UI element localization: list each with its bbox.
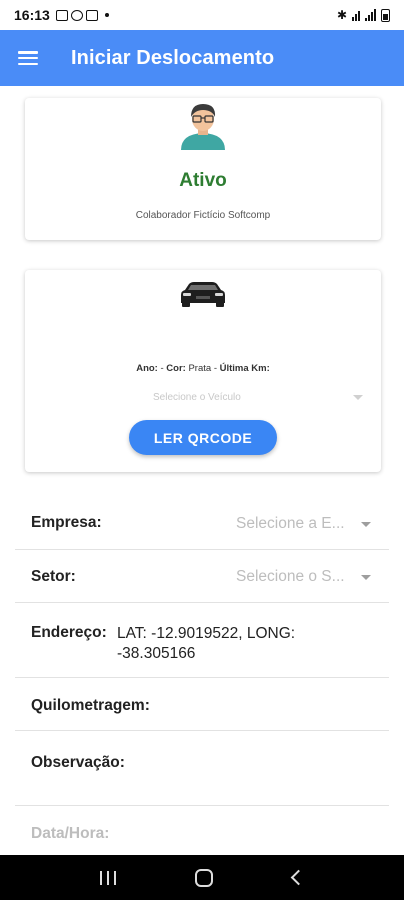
car-icon: [181, 282, 225, 307]
endereco-label: Endereço:: [31, 624, 107, 641]
avatar-icon: [181, 104, 225, 150]
vehicle-info: Ano: - Cor: Prata - Última Km:: [25, 363, 381, 374]
status-time: 16:13: [14, 7, 50, 23]
status-bar: 16:13 ✱: [0, 0, 404, 30]
whatsapp-icon: [70, 9, 83, 21]
quilometragem-row[interactable]: Quilometragem:: [15, 678, 389, 731]
datahora-label: Data/Hora:: [31, 825, 110, 842]
system-nav-bar: [0, 855, 404, 900]
vehicle-km-label: Última Km:: [219, 363, 270, 374]
vehicle-select-placeholder: Selecione o Veículo: [153, 391, 241, 403]
home-icon[interactable]: [195, 868, 214, 887]
read-qrcode-button[interactable]: LER QRCODE: [129, 420, 277, 455]
menu-icon[interactable]: [18, 51, 38, 65]
observacao-label: Observação:: [31, 754, 125, 771]
empresa-select[interactable]: Selecione a E...: [236, 513, 371, 535]
recent-apps-icon[interactable]: [99, 870, 116, 885]
battery-icon: [381, 8, 390, 22]
cast-icon: [85, 9, 98, 21]
collaborator-name: Colaborador Fictício Softcomp: [135, 210, 271, 221]
bluetooth-icon: ✱: [336, 8, 347, 22]
setor-select[interactable]: Selecione o S...: [236, 566, 371, 588]
observacao-row[interactable]: Observação:: [15, 731, 389, 806]
setor-placeholder: Selecione o S...: [236, 568, 345, 585]
vehicle-year-label: Ano:: [136, 363, 158, 374]
page-title: Iniciar Deslocamento: [71, 46, 275, 69]
user-card: Ativo Colaborador Fictício Softcomp: [25, 98, 381, 240]
image-icon: [55, 9, 68, 21]
setor-row: Setor: Selecione o S...: [15, 550, 389, 603]
signal-icon: [365, 9, 376, 21]
vehicle-card: Ano: - Cor: Prata - Última Km: Selecione…: [25, 270, 381, 472]
empresa-row: Empresa: Selecione a E...: [15, 497, 389, 550]
quilometragem-label: Quilometragem:: [31, 697, 150, 714]
vehicle-color-value: Prata -: [188, 363, 220, 374]
wifi-icon: [352, 9, 360, 21]
notification-icons: [55, 9, 109, 21]
more-notifications-icon: [104, 13, 109, 17]
empresa-label: Empresa:: [31, 514, 102, 531]
chevron-down-icon: [353, 394, 363, 400]
system-icons: ✱: [337, 8, 390, 22]
back-icon[interactable]: [290, 869, 307, 886]
empresa-placeholder: Selecione a E...: [236, 515, 345, 532]
endereco-value: LAT: -12.9019522, LONG: -38.305166: [117, 625, 296, 662]
status-badge: Ativo: [179, 170, 227, 191]
endereco-row: Endereço: LAT: -12.9019522, LONG: -38.30…: [15, 603, 389, 678]
chevron-down-icon: [361, 521, 371, 527]
setor-label: Setor:: [31, 568, 76, 585]
vehicle-color-label: Cor:: [166, 363, 186, 374]
chevron-down-icon: [361, 574, 371, 580]
app-bar: Iniciar Deslocamento: [0, 30, 404, 86]
vehicle-select[interactable]: Selecione o Veículo: [153, 388, 363, 406]
